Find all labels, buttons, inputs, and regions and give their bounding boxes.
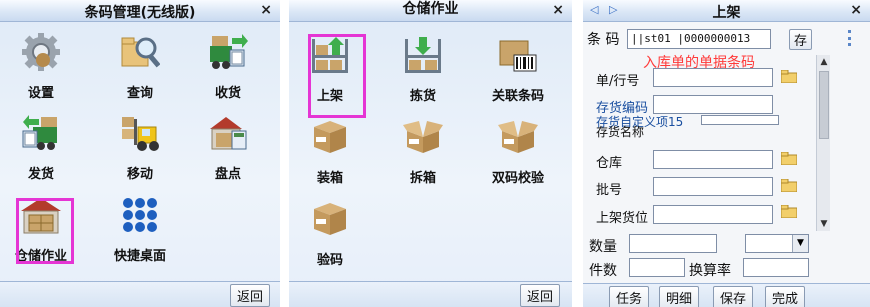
box-icon — [314, 121, 346, 153]
tile-settings[interactable]: 设置 — [0, 32, 82, 101]
tile-label: 快捷桌面 — [113, 249, 166, 264]
tile-dual-code-verify[interactable]: 双码校验 — [477, 117, 559, 186]
magnifier-folder-icon — [121, 37, 160, 68]
footer-bar: 返回 — [289, 281, 572, 307]
conversion-rate-label: 换算率 — [689, 263, 731, 279]
close-icon[interactable]: × — [552, 2, 564, 18]
putaway-window: ◁ ▷ 上架 × 条 码 ||st01 |0000000013 存 单/行号 存… — [583, 0, 870, 307]
window-title: 条码管理(无线版) — [84, 5, 196, 21]
title-bar: 仓储作业 × — [289, 0, 572, 22]
warehouse-ops-window: 仓储作业 × 上架 拣货 关联条码 装箱 拆箱 双码校验 验码 返回 — [289, 0, 572, 307]
title-bar: ◁ ▷ 上架 × — [583, 0, 870, 22]
form-scroll-area: 单/行号 存货编码 存货自定义项15 存货名称 仓库 批号 上架货位 — [583, 55, 816, 231]
task-button[interactable]: 任务 — [609, 286, 650, 307]
store-button[interactable]: 存 — [789, 29, 813, 50]
box-icon — [314, 203, 346, 235]
pieces-label: 件数 — [589, 263, 617, 279]
ship-truck-icon — [22, 115, 57, 150]
location-input[interactable] — [653, 205, 773, 224]
close-icon[interactable]: × — [260, 2, 272, 18]
folder-icon[interactable] — [781, 205, 797, 218]
tile-label: 移动 — [126, 167, 153, 182]
done-button[interactable]: 完成 — [765, 286, 806, 307]
tile-ship[interactable]: 发货 — [0, 113, 82, 182]
grid-dots-icon — [123, 198, 157, 232]
tile-label: 拣货 — [409, 89, 436, 104]
tile-label: 收货 — [214, 86, 241, 101]
item-code-input[interactable] — [653, 95, 773, 114]
scroll-down-icon[interactable]: ▼ — [817, 217, 831, 231]
footer-bar: 返回 — [0, 281, 280, 307]
receive-truck-icon — [210, 34, 248, 69]
tile-unpacking[interactable]: 拆箱 — [382, 117, 464, 186]
tile-move[interactable]: 移动 — [99, 113, 181, 182]
window-title: 仓储作业 — [402, 1, 459, 17]
tile-packing[interactable]: 装箱 — [289, 117, 371, 186]
tile-stocktake[interactable]: 盘点 — [187, 113, 269, 182]
item-name-label: 存货名称 — [596, 125, 645, 139]
scroll-grip — [848, 30, 851, 46]
warehouse-count-icon — [210, 117, 247, 150]
open-box-icon — [498, 121, 538, 153]
warehouse-input[interactable] — [653, 150, 773, 169]
tile-quick-desktop[interactable]: 快捷桌面 — [99, 195, 181, 264]
location-label: 上架货位 — [596, 211, 649, 226]
batch-input[interactable] — [653, 177, 773, 196]
title-bar: 条码管理(无线版) × — [0, 0, 280, 22]
form-scrollbar[interactable]: ▲ ▼ — [816, 55, 830, 231]
forklift-icon — [122, 117, 159, 151]
window-title: 上架 — [712, 5, 741, 21]
open-box-icon — [403, 121, 443, 153]
tile-receive[interactable]: 收货 — [187, 32, 269, 101]
batch-label: 批号 — [596, 183, 623, 198]
tile-label: 装箱 — [316, 171, 343, 186]
folder-icon[interactable] — [781, 179, 797, 192]
box-barcode-icon — [499, 40, 537, 72]
tile-label: 盘点 — [214, 167, 241, 182]
tile-label: 设置 — [27, 86, 54, 101]
tile-label: 发货 — [27, 167, 54, 182]
pieces-input[interactable] — [629, 258, 685, 277]
barcode-label: 条 码 — [587, 32, 620, 48]
footer-bar: 任务 明细 保存 完成 — [583, 283, 870, 307]
tile-verify-code[interactable]: 验码 — [289, 199, 371, 268]
annotation-text: 入库单的单据条码 — [643, 55, 755, 71]
tile-label: 验码 — [316, 253, 343, 268]
back-button[interactable]: 返回 — [229, 284, 270, 307]
tile-picking[interactable]: 拣货 — [382, 35, 464, 104]
scroll-up-icon[interactable]: ▲ — [817, 55, 831, 69]
quantity-input[interactable] — [629, 234, 717, 253]
order-line-label: 单/行号 — [596, 74, 640, 89]
custom-field-input[interactable] — [701, 115, 779, 125]
tile-query[interactable]: 查询 — [99, 32, 181, 101]
warehouse-label: 仓库 — [596, 156, 623, 171]
quantity-label: 数量 — [589, 239, 617, 255]
folder-icon[interactable] — [781, 70, 797, 83]
tile-label: 双码校验 — [491, 171, 544, 186]
tile-label: 关联条码 — [491, 89, 544, 104]
scroll-thumb[interactable] — [819, 71, 829, 139]
save-button[interactable]: 保存 — [713, 286, 754, 307]
selection-highlight — [16, 198, 74, 264]
conversion-rate-input[interactable] — [743, 258, 809, 277]
tile-link-barcode[interactable]: 关联条码 — [477, 35, 559, 104]
detail-button[interactable]: 明细 — [659, 286, 700, 307]
shelf-down-icon — [405, 37, 441, 73]
folder-icon[interactable] — [781, 152, 797, 165]
back-button[interactable]: 返回 — [519, 284, 560, 307]
barcode-input[interactable]: ||st01 |0000000013 — [627, 29, 771, 49]
gear-icon — [22, 33, 60, 71]
selection-highlight — [308, 34, 366, 118]
barcode-management-window: 条码管理(无线版) × 设置 查询 收货 发货 移动 盘点 仓储作业 快捷桌面 … — [0, 0, 280, 307]
close-icon[interactable]: × — [850, 2, 862, 18]
chevron-down-icon[interactable]: ▼ — [792, 235, 808, 252]
tile-label: 拆箱 — [409, 171, 436, 186]
tile-label: 查询 — [126, 86, 153, 101]
